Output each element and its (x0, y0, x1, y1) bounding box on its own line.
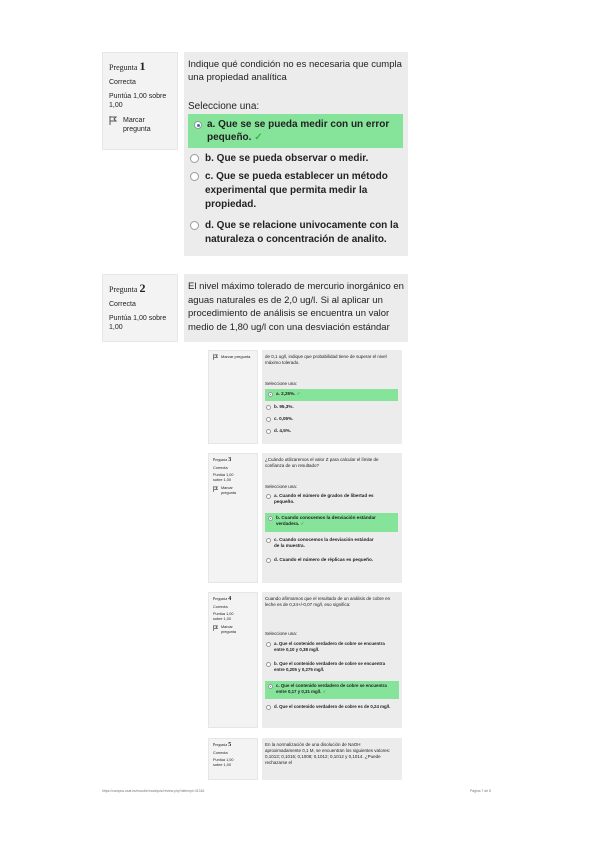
radio-icon[interactable] (266, 494, 271, 499)
q2-cont-info-panel: Marcar pregunta (208, 350, 258, 444)
flag-icon (213, 625, 219, 635)
checkmark-icon: ✓ (254, 132, 263, 143)
q2-status: Correcta (109, 301, 136, 308)
q3-option-b[interactable]: b. Cuando conocemos la desviación estánd… (265, 513, 398, 532)
radio-selected-icon[interactable] (268, 516, 273, 521)
q1-option-b[interactable]: b. Que se pueda observar o medir. (190, 152, 400, 165)
q4-option-b[interactable]: b. Que el contenido verdadero de cobre s… (266, 661, 398, 673)
q2-option-c[interactable]: c. 0,05%. (266, 416, 396, 422)
q3-number: Pregunta 3 (213, 457, 232, 463)
q4-status: Correcta (213, 605, 228, 609)
q1-score: Puntúa 1,00 sobre 1,00 (109, 93, 167, 109)
q2-text: El nivel máximo tolerado de mercurio ino… (188, 281, 404, 333)
q2-select-label: Seleccione una: (265, 381, 298, 386)
q3-flag-button[interactable]: Marcar pregunta (213, 486, 253, 496)
q3-text: ¿Cuándo utilizaremos el valor Z para cal… (265, 457, 379, 468)
q1-option-c[interactable]: c. Que se pueda establecer un método exp… (190, 170, 400, 212)
checkmark-icon: ✓ (296, 391, 301, 396)
q2-score: Puntúa 1,00 sobre 1,00 (109, 315, 167, 331)
radio-icon[interactable] (266, 429, 271, 434)
q2-option-d[interactable]: d. 4,5%. (266, 428, 396, 434)
q4-option-a[interactable]: a. Que el contenido verdadero de cobre s… (266, 641, 398, 653)
q4-text: Cuando afirmamos que el resultado de un … (265, 596, 391, 607)
footer-page-number: Página 7 de 8 (470, 789, 491, 793)
checkmark-icon: ✓ (322, 689, 327, 694)
q2-number: Pregunta 2 (109, 281, 146, 295)
radio-selected-icon[interactable] (268, 392, 273, 397)
q4-flag-button[interactable]: Marcar pregunta (213, 625, 253, 635)
q1-option-d[interactable]: d. Que se relacione univocamente con la … (190, 219, 400, 247)
radio-icon[interactable] (190, 172, 199, 181)
q4-number: Pregunta 4 (213, 596, 232, 602)
q4-select-label: Seleccione una: (265, 631, 298, 636)
q1-flag-button[interactable]: Marcar pregunta (109, 116, 171, 134)
radio-icon[interactable] (266, 705, 271, 710)
q3-option-d[interactable]: d. Cuando el número de réplicas es peque… (266, 557, 396, 563)
q5-status: Correcta (213, 751, 228, 755)
radio-icon[interactable] (266, 558, 271, 563)
q1-text: Indique qué condición no es necesaria qu… (188, 59, 402, 83)
q4-score: Puntúa 1,00 sobre 1,00 (213, 612, 234, 621)
flag-icon (213, 354, 219, 361)
q3-select-label: Seleccione una: (265, 484, 298, 489)
q2-info-panel: Pregunta 2 Correcta Puntúa 1,00 sobre 1,… (102, 274, 178, 342)
q3-option-c[interactable]: c. Cuando conocemos la desviación estánd… (266, 537, 396, 549)
q5-number: Pregunta 5 (213, 742, 232, 748)
radio-selected-icon[interactable] (268, 684, 273, 689)
q4-info-panel: Pregunta 4 Correcta Puntúa 1,00 sobre 1,… (208, 592, 258, 728)
checkmark-icon: ✓ (300, 521, 305, 526)
radio-icon[interactable] (266, 405, 271, 410)
radio-icon[interactable] (266, 417, 271, 422)
flag-icon (213, 486, 219, 496)
q1-status: Correcta (109, 79, 136, 86)
flag-icon (109, 116, 118, 134)
radio-selected-icon[interactable] (194, 121, 202, 129)
q3-option-a[interactable]: a. Cuando el número de grados de liberta… (266, 493, 396, 505)
q1-select-label: Seleccione una: (188, 101, 260, 112)
footer-url: https://campus.usal.es/moodle/mod/quiz/r… (102, 789, 205, 793)
q5-score: Puntúa 1,00 sobre 1,00 (213, 758, 234, 767)
radio-icon[interactable] (266, 642, 271, 647)
radio-icon[interactable] (190, 221, 199, 230)
q3-info-panel: Pregunta 3 Correcta Puntúa 1,00 sobre 1,… (208, 453, 258, 583)
q3-score: Puntúa 1,00 sobre 1,00 (213, 473, 234, 482)
radio-icon[interactable] (190, 154, 199, 163)
q1-info-panel: Pregunta 1 Correcta Puntúa 1,00 sobre 1,… (102, 52, 178, 150)
q1-option-a[interactable]: a. Que se se pueda medir con un error pe… (188, 114, 403, 148)
q4-option-c[interactable]: c. Que el contenido verdadero de cobre s… (265, 681, 399, 699)
q1-number: Pregunta 1 (109, 59, 146, 73)
q2-option-b[interactable]: b. 95,3%. (266, 404, 396, 410)
q3-status: Correcta (213, 466, 228, 470)
q5-text: En la normalización de una disolución de… (265, 742, 391, 765)
q2-flag-button[interactable]: Marcar pregunta (213, 354, 253, 361)
q5-info-panel: Pregunta 5 Correcta Puntúa 1,00 sobre 1,… (208, 738, 258, 780)
q4-option-d[interactable]: d. Que el contenido verdadero de cobre e… (266, 704, 398, 710)
q2-cont-text: de 0,1 ug/l, indique que probabilidad ti… (265, 354, 387, 365)
q2-option-a[interactable]: a. 2,25%. ✓ (265, 389, 398, 401)
radio-icon[interactable] (266, 538, 271, 543)
radio-icon[interactable] (266, 662, 271, 667)
